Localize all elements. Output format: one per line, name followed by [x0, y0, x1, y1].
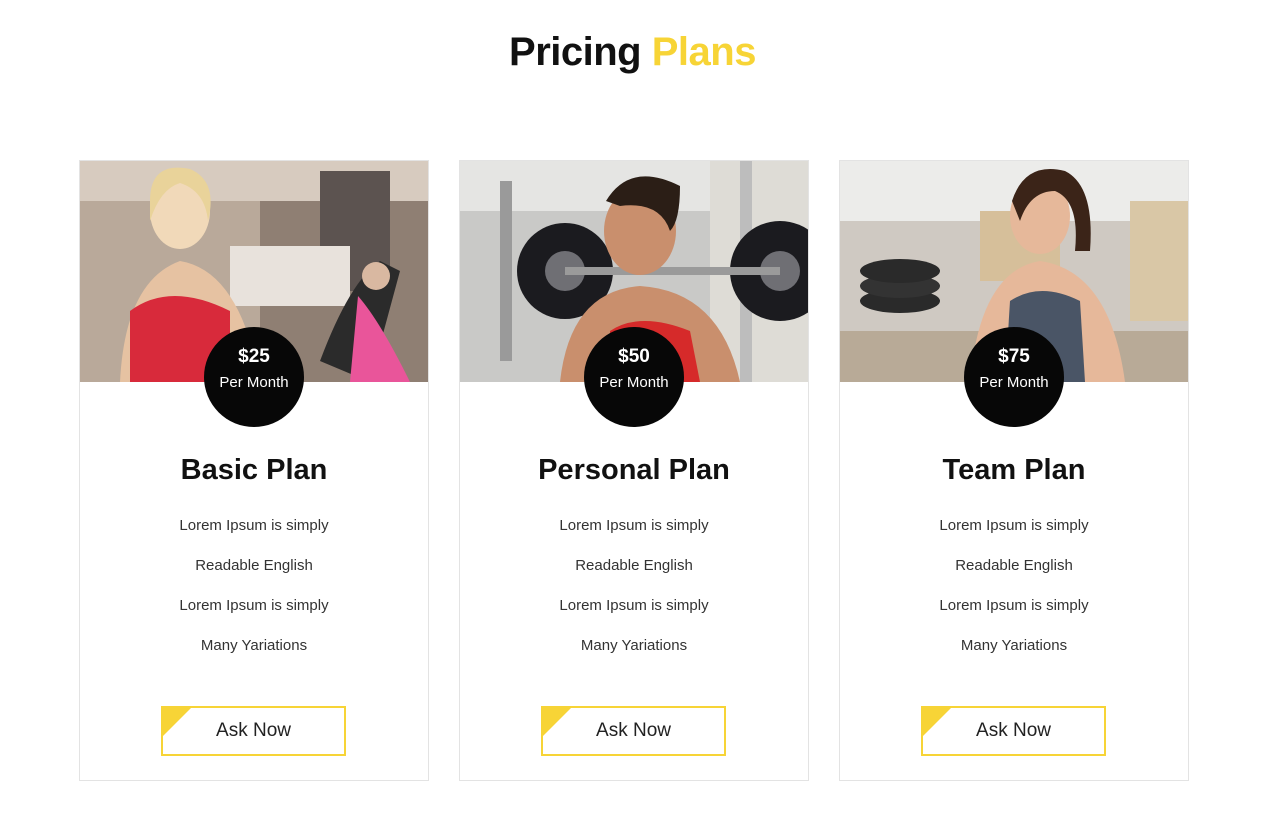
ask-now-button[interactable]: Ask Now: [541, 706, 726, 756]
feature-item: Lorem Ipsum is simply: [559, 597, 709, 614]
price-amount: $50: [618, 346, 650, 367]
ask-now-label: Ask Now: [596, 720, 671, 741]
plan-name: Personal Plan: [538, 454, 730, 486]
ask-now-label: Ask Now: [216, 720, 291, 741]
feature-list: Lorem Ipsum is simply Readable English L…: [80, 517, 428, 677]
corner-accent: [163, 708, 191, 736]
feature-item: Lorem Ipsum is simply: [559, 517, 709, 534]
page-title-main: Pricing: [509, 30, 642, 74]
price-badge: $25 Per Month: [204, 327, 304, 427]
price-period: Per Month: [979, 374, 1049, 391]
feature-item: Lorem Ipsum is simply: [939, 517, 1089, 534]
plan-name: Team Plan: [942, 454, 1086, 486]
feature-item: Many Yariations: [200, 637, 308, 654]
feature-list: Lorem Ipsum is simply Readable English L…: [460, 517, 808, 677]
plan-name: Basic Plan: [180, 454, 328, 486]
feature-item: Lorem Ipsum is simply: [179, 597, 329, 614]
price-amount: $75: [998, 346, 1030, 367]
feature-list: Lorem Ipsum is simply Readable English L…: [840, 517, 1188, 677]
pricing-card-basic: $25 Per Month Basic Plan Lorem Ipsum is …: [79, 160, 429, 781]
feature-item: Lorem Ipsum is simply: [179, 517, 329, 534]
price-amount: $25: [238, 346, 270, 367]
corner-accent: [923, 708, 951, 736]
corner-accent: [543, 708, 571, 736]
feature-item: Many Yariations: [580, 637, 688, 654]
ask-now-button[interactable]: Ask Now: [161, 706, 346, 756]
price-period: Per Month: [219, 374, 289, 391]
price-badge: $75 Per Month: [964, 327, 1064, 427]
pricing-card-team: $75 Per Month Team Plan Lorem Ipsum is s…: [839, 160, 1189, 781]
feature-item: Many Yariations: [960, 637, 1068, 654]
feature-item: Lorem Ipsum is simply: [939, 597, 1089, 614]
price-period: Per Month: [599, 374, 669, 391]
feature-item: Readable English: [195, 557, 313, 574]
price-badge: $50 Per Month: [584, 327, 684, 427]
pricing-card-personal: $50 Per Month Personal Plan Lorem Ipsum …: [459, 160, 809, 781]
feature-item: Readable English: [955, 557, 1073, 574]
page-title-accent: Plans: [651, 30, 757, 74]
ask-now-label: Ask Now: [976, 720, 1051, 741]
ask-now-button[interactable]: Ask Now: [921, 706, 1106, 756]
feature-item: Readable English: [575, 557, 693, 574]
page-title: Pricing Plans: [0, 30, 1265, 75]
